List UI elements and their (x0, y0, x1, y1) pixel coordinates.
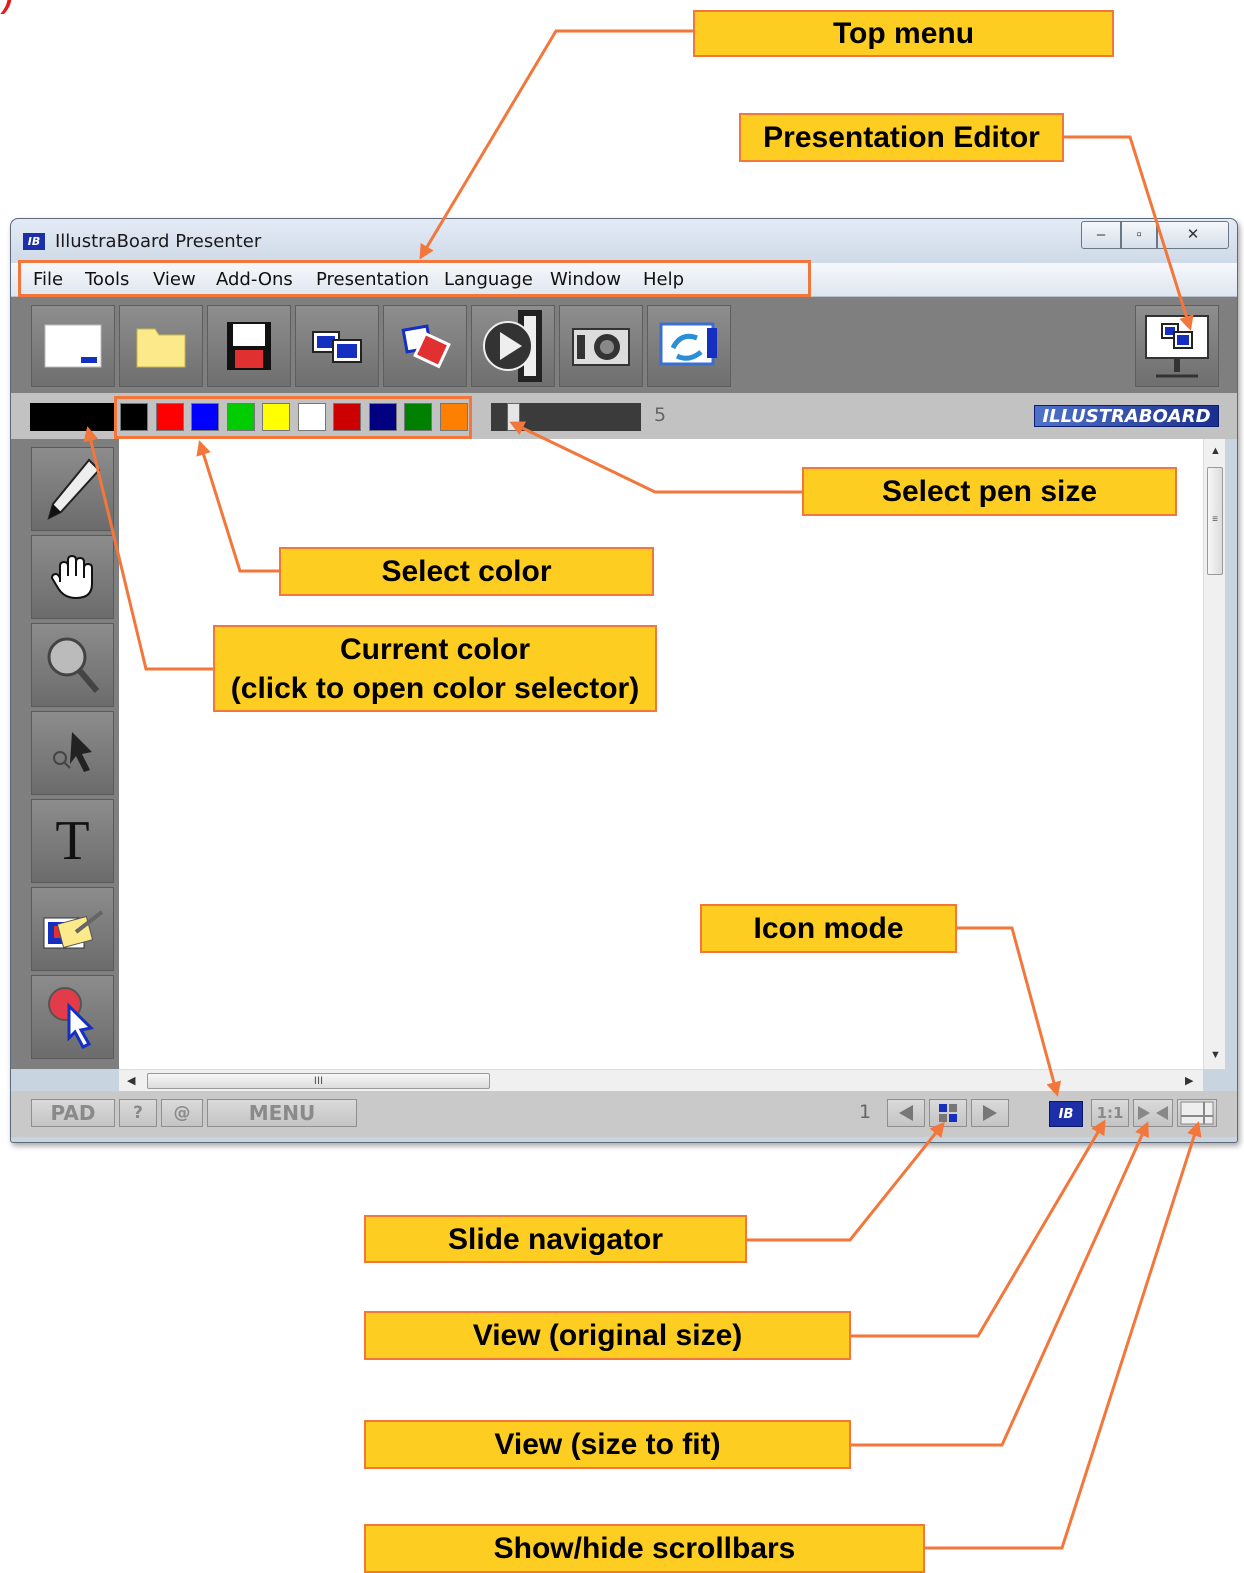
camera-icon (572, 328, 630, 366)
callout-label: Icon mode (753, 912, 904, 945)
close-button[interactable]: ✕ (1157, 221, 1229, 249)
tool-sidebar: T (11, 439, 119, 1069)
callout-label: Presentation Editor (763, 121, 1040, 154)
callout-label: Select color (381, 555, 552, 588)
maximize-button[interactable]: ▫ (1121, 221, 1157, 249)
illustraboard-logo: ILLUSTRABOARD (1034, 405, 1219, 427)
right-arrow-icon (983, 1105, 997, 1121)
original-size-button[interactable]: 1:1 (1091, 1099, 1129, 1127)
scroll-left-arrow-icon[interactable]: ◀ (127, 1074, 135, 1087)
magnifier-tool-button[interactable] (31, 623, 114, 707)
scrollbars-icon (1180, 1101, 1214, 1125)
callout-label: Select pen size (881, 475, 1098, 508)
callout-slide-navigator: Slide navigator (364, 1215, 747, 1263)
help-button[interactable]: ? (119, 1099, 157, 1127)
scroll-down-arrow-icon[interactable]: ▼ (1210, 1049, 1221, 1061)
callout-label: Slide navigator (447, 1222, 664, 1256)
screen-capture-icon (659, 322, 717, 366)
hand-tool-button[interactable] (31, 535, 114, 619)
slides-icon (312, 331, 362, 363)
screen-capture-button[interactable] (647, 305, 731, 387)
callout-label: View (size to fit) (494, 1428, 721, 1461)
callout-select-color: Select color (279, 547, 654, 596)
app-logo-icon: IB (23, 233, 45, 250)
scrollbars-toggle-button[interactable] (1177, 1099, 1217, 1127)
left-arrow-icon (899, 1105, 913, 1121)
new-page-button[interactable] (31, 305, 115, 387)
new-page-icon (44, 324, 102, 368)
open-button[interactable] (119, 305, 203, 387)
icon-mode-button[interactable]: IB (1049, 1101, 1083, 1127)
horizontal-scroll-thumb[interactable]: III (147, 1073, 490, 1089)
drawing-canvas[interactable] (119, 439, 1203, 1069)
callout-label: (click to open color selector) (230, 671, 640, 705)
pencil-icon (46, 458, 100, 520)
pen-size-value: 5 (654, 404, 667, 426)
callout-icon-mode: Icon mode (700, 904, 957, 953)
camera-button[interactable] (559, 305, 643, 387)
callout-select-pen-size: Select pen size (802, 467, 1177, 516)
callout-view-original-size: View (original size) (364, 1311, 851, 1360)
hand-icon (50, 554, 93, 600)
vertical-scroll-thumb[interactable]: ≡ (1207, 467, 1223, 575)
slide-number: 1 (859, 1101, 872, 1123)
at-button[interactable]: @ (161, 1099, 203, 1127)
folder-icon (136, 328, 186, 368)
callout-current-color: Current color (click to open color selec… (213, 625, 657, 712)
previous-slide-button[interactable] (887, 1099, 925, 1127)
eraser-icon (43, 910, 103, 949)
arrow-cursor-icon (52, 732, 92, 772)
text-tool-button[interactable]: T (31, 799, 114, 883)
menu-button[interactable]: MENU (207, 1099, 357, 1127)
pointer-tool-button[interactable] (31, 975, 114, 1059)
scroll-right-arrow-icon[interactable]: ▶ (1185, 1074, 1193, 1087)
transition-icon (401, 324, 451, 369)
next-slide-button[interactable] (971, 1099, 1009, 1127)
size-to-fit-button[interactable] (1133, 1099, 1173, 1127)
play-presentation-button[interactable] (471, 305, 555, 387)
main-toolbar (11, 297, 1237, 393)
fit-arrows-icon (1138, 1106, 1168, 1120)
window-title: IllustraBoard Presenter (55, 231, 262, 252)
pen-size-slider[interactable] (491, 403, 641, 431)
current-color-box[interactable] (30, 403, 114, 431)
presentation-editor-button[interactable] (1135, 305, 1219, 387)
callout-label: Current color (339, 632, 531, 666)
callout-presentation-editor: Presentation Editor (739, 113, 1064, 162)
callout-label: Show/hide scrollbars (493, 1532, 796, 1565)
pen-size-thumb[interactable] (506, 403, 520, 431)
monitor-icon (1145, 315, 1209, 378)
pad-button[interactable]: PAD (31, 1099, 115, 1127)
play-film-icon (483, 310, 542, 382)
pen-tool-button[interactable] (31, 447, 114, 531)
callout-show-hide-scrollbars: Show/hide scrollbars (364, 1524, 925, 1573)
text-icon: T (55, 810, 90, 872)
status-bar: PAD ? @ MENU 1 IB 1:1 (11, 1091, 1237, 1137)
palette-highlight (114, 396, 472, 439)
eraser-tool-button[interactable] (31, 887, 114, 971)
title-bar: IB IllustraBoard Presenter – ▫ ✕ (11, 219, 1237, 263)
magnifier-icon (47, 637, 99, 693)
callout-label: View (original size) (472, 1319, 743, 1352)
horizontal-scrollbar[interactable]: ◀ III ▶ (119, 1069, 1203, 1091)
save-button[interactable] (207, 305, 291, 387)
callout-label: Top menu (832, 17, 975, 50)
floppy-disk-icon (227, 322, 271, 370)
transition-button[interactable] (383, 305, 467, 387)
slide-navigator-button[interactable] (929, 1099, 967, 1127)
callout-view-size-to-fit: View (size to fit) (364, 1420, 851, 1469)
minimize-button[interactable]: – (1081, 221, 1121, 249)
scroll-up-arrow-icon[interactable]: ▲ (1210, 445, 1221, 457)
vertical-scrollbar[interactable]: ▲ ≡ ▼ (1203, 439, 1225, 1069)
menu-highlight (18, 260, 811, 297)
slide-grid-icon (939, 1104, 957, 1122)
slides-button[interactable] (295, 305, 379, 387)
laser-pointer-icon (47, 987, 94, 1049)
select-tool-button[interactable] (31, 711, 114, 795)
callout-top-menu: Top menu (693, 10, 1114, 57)
page-fragment-text: ) (0, 0, 15, 16)
